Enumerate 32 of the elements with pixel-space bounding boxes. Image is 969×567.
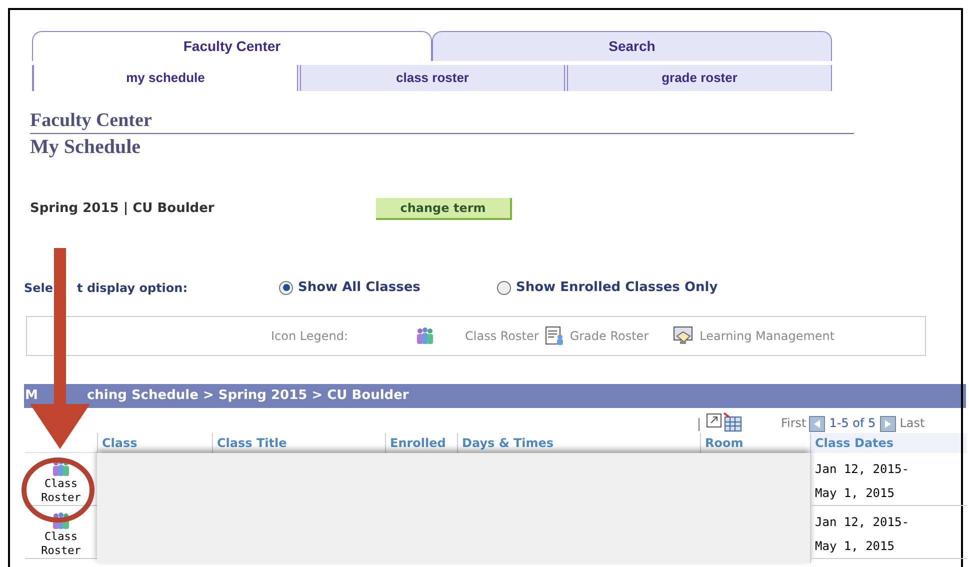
pager-first[interactable]: First (781, 414, 806, 432)
change-term-button[interactable]: change term (376, 198, 512, 220)
term-label: Spring 2015 | CU Boulder (30, 200, 216, 218)
display-option-label: Sele (24, 280, 54, 297)
class-dates-cell: Jan 12, 2015- May 1, 2015 (815, 514, 909, 552)
tab[interactable]: Faculty Center (32, 31, 432, 61)
subtab[interactable]: class roster (297, 65, 564, 91)
pager-last[interactable]: Last (900, 414, 925, 432)
page-title: Faculty Center (30, 109, 153, 133)
radio-option[interactable]: Show All Classes (279, 278, 497, 298)
class-roster-link[interactable]: Class Roster (36, 476, 86, 504)
class-dates-cell: Jan 12, 2015- May 1, 2015 (815, 462, 909, 500)
class-roster-link[interactable]: Class Roster (36, 530, 86, 558)
schedule-title: ching Schedule > Spring 2015 > CU Boulder (86, 386, 409, 405)
display-option-label: t display option: (77, 280, 188, 297)
legend-text: Class Roster (465, 328, 539, 344)
class-roster-icon (51, 512, 71, 530)
radio-option[interactable]: Show Enrolled Classes Only (497, 278, 718, 298)
icon-legend-label: Icon Legend: (271, 328, 350, 344)
next-page-icon[interactable] (880, 416, 896, 432)
previous-page-icon[interactable] (809, 416, 826, 432)
people-icon (415, 326, 435, 344)
monitor-book-icon (672, 326, 695, 346)
tab[interactable]: Search (432, 31, 832, 61)
grid-export-icon[interactable] (697, 412, 743, 432)
schedule-title: M (25, 386, 38, 405)
pager-range: 1-5 of 5 (829, 414, 876, 432)
subtab[interactable]: grade roster (564, 65, 832, 91)
legend-text: Learning Management (700, 328, 835, 344)
grade-sheet-icon (544, 326, 565, 346)
page-subtitle: My Schedule (30, 135, 142, 160)
legend-text: Grade Roster (570, 328, 649, 344)
